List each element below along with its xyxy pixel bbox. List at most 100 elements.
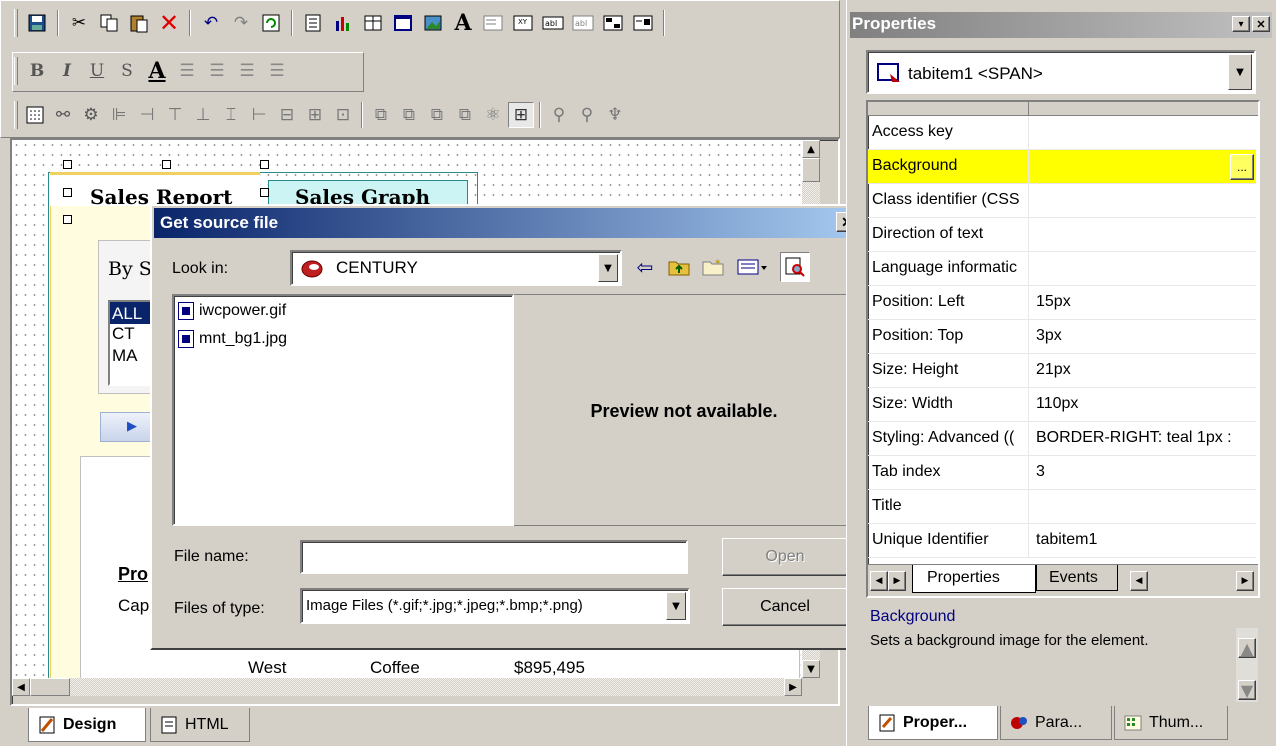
open-button[interactable]: Open [722,538,848,576]
tab-scroll-left[interactable]: ◀ [870,571,888,591]
undo-icon[interactable]: ↶ [198,10,224,36]
form-icon[interactable] [600,10,626,36]
listbox-icon[interactable] [480,10,506,36]
back-icon[interactable]: ⇦ [632,254,658,280]
order-back-icon[interactable]: ⧉ [396,102,422,128]
xy-icon[interactable]: XY [510,10,536,36]
property-row[interactable]: Access key [868,116,1256,150]
property-row[interactable]: Size: Height 21px [868,354,1256,388]
image-icon[interactable] [420,10,446,36]
chart-icon[interactable] [330,10,356,36]
cancel-button[interactable]: Cancel [722,588,848,626]
selection-handle[interactable] [162,160,171,169]
list-item[interactable]: mnt_bg1.jpg [178,330,287,348]
property-row[interactable]: Tab index 3 [868,456,1256,490]
file-name-input[interactable] [300,540,688,574]
form2-icon[interactable] [630,10,656,36]
delete-icon[interactable]: ✕ [156,10,182,36]
property-row[interactable]: Background... [868,150,1256,184]
tab-thumbnails-window[interactable]: Thum... [1114,706,1228,740]
dropdown-arrow-icon[interactable]: ▼ [666,592,686,620]
same-width-icon[interactable]: ⊢ [246,102,272,128]
toolbar-grip[interactable] [14,9,18,37]
redo-icon[interactable]: ↷ [228,10,254,36]
center-icon[interactable]: ⊡ [330,102,356,128]
lock-icon[interactable]: ⚛ [480,102,506,128]
selection-handle[interactable] [63,215,72,224]
file-list[interactable]: iwcpower.gif mnt_bg1.jpg [172,294,514,526]
textbox-icon[interactable]: abl [540,10,566,36]
grid-icon[interactable] [360,10,386,36]
property-row[interactable]: Direction of text [868,218,1256,252]
grid-toggle-icon[interactable] [22,102,48,128]
tab-sales-report[interactable]: Sales Report [50,172,260,208]
order-front-icon[interactable]: ⧉ [368,102,394,128]
desc-scroll-down[interactable]: ▼ [1238,680,1256,700]
hscroll-thumb[interactable] [30,678,70,696]
property-row[interactable]: Unique Identifier tabitem1 [868,524,1256,558]
property-value[interactable]: 3px [1036,327,1254,345]
copy-icon[interactable] [96,10,122,36]
property-value[interactable]: tabitem1 [1036,531,1254,549]
same-size-icon[interactable]: ⊞ [302,102,328,128]
horizontal-scrollbar[interactable]: ◀ ▶ [12,678,802,696]
ellipsis-button[interactable]: ... [1230,154,1254,180]
scroll-up-arrow[interactable]: ▲ [802,140,820,158]
pin-icon[interactable]: ▾ [1232,16,1250,32]
property-row[interactable]: Styling: Advanced ((BORDER-RIGHT: teal 1… [868,422,1256,456]
dropdown-arrow-icon[interactable]: ▼ [1228,54,1252,90]
align-bottoms-icon[interactable]: ⊥ [190,102,216,128]
dropdown-arrow-icon[interactable]: ▼ [598,254,618,282]
property-row[interactable]: Class identifier (CSS [868,184,1256,218]
toolbar-grip[interactable] [14,101,18,129]
object-selector[interactable]: tabitem1 <SPAN> ▼ [866,50,1256,94]
refresh-icon[interactable] [258,10,284,36]
tab-events[interactable]: Events [1036,565,1118,591]
property-value[interactable]: 21px [1036,361,1254,379]
property-value[interactable]: 15px [1036,293,1254,311]
selection-handle[interactable] [260,160,269,169]
properties-titlebar[interactable]: Properties ▾ ✕ [850,12,1272,38]
save-icon[interactable] [24,10,50,36]
order-backward-icon[interactable]: ⧉ [452,102,478,128]
desc-scroll-up[interactable]: ▲ [1238,638,1256,658]
align-lefts-icon[interactable]: ⊫ [106,102,132,128]
scroll-thumb[interactable] [802,158,820,182]
tree-icon[interactable]: ♆ [602,102,628,128]
selection-handle[interactable] [63,188,72,197]
files-of-type-combo[interactable]: Image Files (*.gif;*.jpg;*.jpeg;*.bmp;*.… [300,588,690,624]
layout-icon[interactable]: ⚯ [50,102,76,128]
preview-icon[interactable] [780,252,810,282]
selection-handle[interactable] [63,160,72,169]
align-middles-icon[interactable]: ⌶ [218,102,244,128]
cut-icon[interactable]: ✂ [66,10,92,36]
tab-design[interactable]: Design [28,708,146,742]
up-folder-icon[interactable] [666,254,692,280]
scroll-right-arrow[interactable]: ▶ [784,678,802,696]
align-tops-icon[interactable]: ⊤ [162,102,188,128]
paste-icon[interactable] [126,10,152,36]
tab-properties[interactable]: Properties [912,565,1036,593]
tab-scroll-left-2[interactable]: ◀ [1130,571,1148,591]
property-row[interactable]: Title [868,490,1256,524]
position-icon[interactable]: ⚙ [78,102,104,128]
view-menu-icon[interactable] [736,254,772,280]
properties-close-button[interactable]: ✕ [1252,16,1270,32]
property-row[interactable]: Size: Width 110px [868,388,1256,422]
property-row[interactable]: Language informatic [868,252,1256,286]
link-icon[interactable]: ⚲ [546,102,572,128]
frame-icon[interactable] [390,10,416,36]
property-row[interactable]: Position: Top 3px [868,320,1256,354]
order-forward-icon[interactable]: ⧉ [424,102,450,128]
description-scrollbar[interactable]: ▲ ▼ [1236,628,1258,702]
selection-handle[interactable] [260,188,269,197]
tab-html[interactable]: HTML [150,708,250,742]
snap-icon[interactable]: ⊞ [508,102,534,128]
property-value[interactable]: 3 [1036,463,1254,481]
look-in-combo[interactable]: CENTURY ▼ [290,250,622,286]
tab-parameters-window[interactable]: Para... [1000,706,1112,740]
textarea-icon[interactable]: abl [570,10,596,36]
tab-scroll-right-2[interactable]: ▶ [1236,571,1254,591]
property-value[interactable]: BORDER-RIGHT: teal 1px : [1036,429,1254,447]
same-height-icon[interactable]: ⊟ [274,102,300,128]
